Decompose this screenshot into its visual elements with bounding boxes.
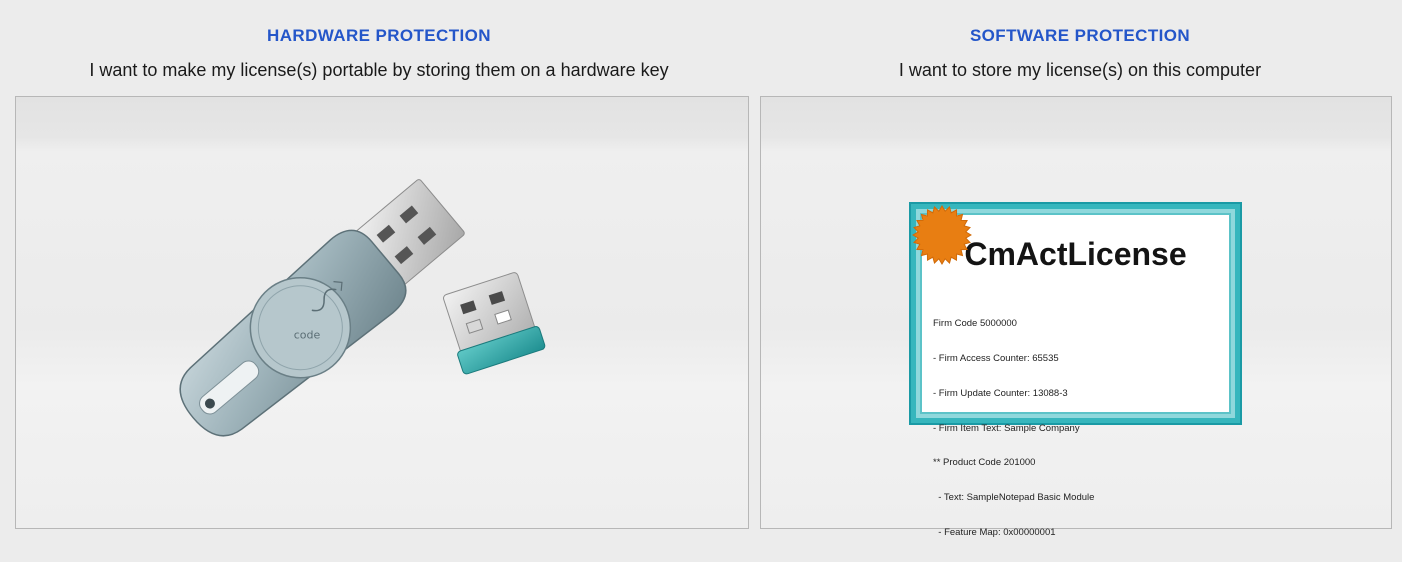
license-certificate-image: CmActLicense Firm Code 5000000 - Firm Ac…: [909, 202, 1242, 538]
certificate-line: - Feature Map: 0x00000001: [933, 526, 1056, 538]
certificate-line: - Firm Access Counter: 65535: [933, 352, 1059, 364]
software-protection-description: I want to store my license(s) on this co…: [898, 60, 1262, 80]
hardware-protection-heading: HARDWARE PROTECTION: [267, 26, 491, 45]
seal-icon: [912, 205, 972, 265]
certificate-line: ** Product Code 201000: [933, 457, 1036, 469]
small-usb-dongle: [443, 272, 546, 375]
software-protection-heading: SOFTWARE PROTECTION: [969, 26, 1191, 45]
certificate-line: - Firm Item Text: Sample Company: [933, 422, 1080, 434]
certificate-line: Firm Code 5000000: [933, 318, 1017, 330]
hardware-protection-option[interactable]: code: [15, 96, 749, 529]
certificate-line: - Text: SampleNotepad Basic Module: [933, 492, 1095, 504]
software-protection-option[interactable]: CmActLicense Firm Code 5000000 - Firm Ac…: [760, 96, 1392, 538]
svg-text:code: code: [294, 328, 321, 341]
usb-dongle-image: code: [179, 179, 546, 437]
large-usb-dongle: code: [179, 179, 465, 437]
certificate-line: - Firm Update Counter: 13088-3: [933, 387, 1068, 399]
certificate-details: Firm Code 5000000 - Firm Access Counter:…: [933, 295, 1094, 562]
hardware-protection-description: I want to make my license(s) portable by…: [89, 60, 669, 80]
